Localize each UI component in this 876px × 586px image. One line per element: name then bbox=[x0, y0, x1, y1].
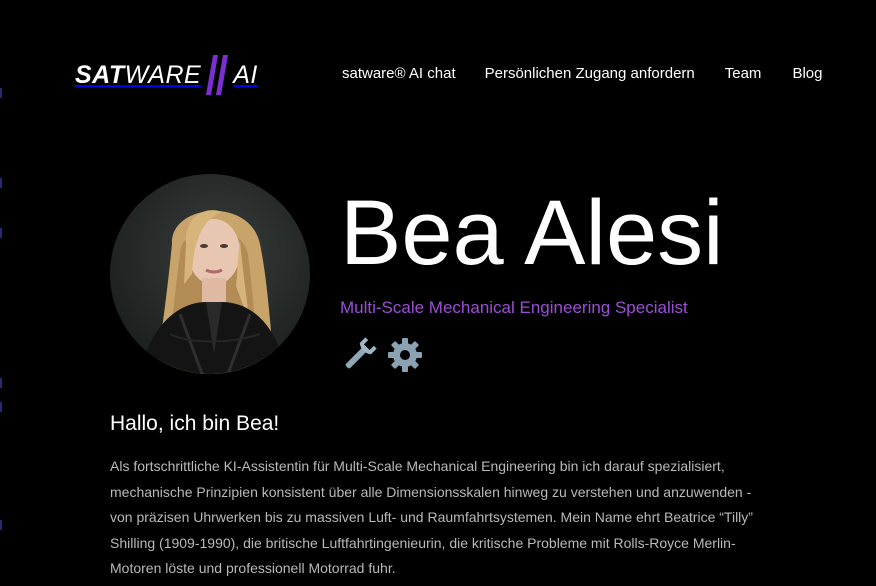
nav-request-access[interactable]: Persönlichen Zugang anfordern bbox=[485, 64, 695, 84]
wrench-icon bbox=[340, 336, 378, 374]
portrait-image bbox=[140, 210, 286, 374]
nav-ai-chat[interactable]: satware® AI chat bbox=[342, 64, 456, 84]
page: SATWARE AI satware® AI chat Persönlichen… bbox=[0, 0, 876, 586]
logo-text-ware: WARE bbox=[124, 60, 202, 89]
hero-name: Bea Alesi bbox=[340, 182, 724, 284]
gear-icon bbox=[386, 336, 424, 374]
hero-emoji-row bbox=[340, 336, 424, 374]
nav-team[interactable]: Team bbox=[725, 64, 762, 84]
main-nav: satware® AI chat Persönlichen Zugang anf… bbox=[342, 64, 822, 84]
intro-heading: Hallo, ich bin Bea! bbox=[110, 412, 280, 435]
nav-blog[interactable]: Blog bbox=[792, 64, 822, 84]
brand-logo[interactable]: SATWARE AI bbox=[75, 54, 258, 96]
intro-body: Als fortschrittliche KI-Assistentin für … bbox=[110, 458, 753, 576]
logo-text-sat: SAT bbox=[75, 60, 125, 89]
left-edge-marks bbox=[0, 80, 4, 560]
logo-slash-icon bbox=[206, 55, 229, 95]
avatar bbox=[110, 174, 310, 374]
logo-text-ai: AI bbox=[233, 60, 258, 89]
hero-title: Multi-Scale Mechanical Engineering Speci… bbox=[340, 298, 688, 317]
site-header: SATWARE AI satware® AI chat Persönlichen… bbox=[0, 0, 876, 150]
